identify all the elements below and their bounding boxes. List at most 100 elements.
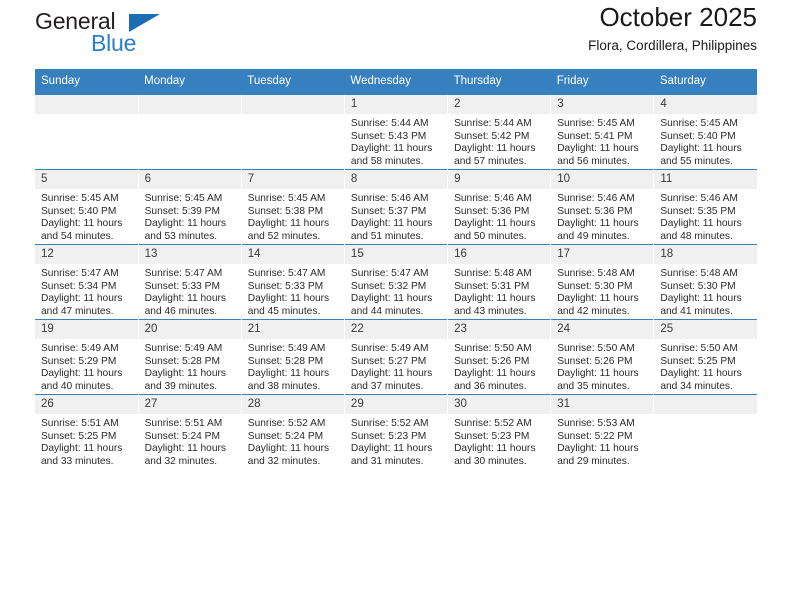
day-number: 20 [138, 320, 241, 339]
calendar-week-row: 19 Sunrise: 5:49 AM Sunset: 5:29 PM Dayligh… [35, 319, 757, 395]
detail-daylight-2-text: and 42 minutes. [557, 305, 630, 317]
day-number: 15 [344, 245, 448, 264]
weekday-header-sunday: Sunday [35, 69, 139, 95]
calendar-day-cell[interactable]: 3 Sunrise: 5:45 AM Sunset: 5:41 PM Daylight… [550, 94, 654, 170]
detail-daylight-1-text: Daylight: 11 hours [41, 443, 123, 455]
calendar-day-cell[interactable]: 19 Sunrise: 5:49 AM Sunset: 5:29 PM Dayligh… [35, 319, 139, 395]
calendar-day-cell[interactable]: 24 Sunrise: 5:50 AM Sunset: 5:26 PM Dayligh… [550, 319, 654, 395]
logo-blue-text: Blue [91, 30, 137, 56]
detail-daylight-2-text: and 51 minutes. [350, 230, 424, 242]
day-cell-inner: 2 Sunrise: 5:44 AM Sunset: 5:42 PM Daylight… [448, 95, 551, 169]
calendar-day-cell[interactable]: 1 Sunrise: 5:44 AM Sunset: 5:43 PM Daylight… [343, 94, 448, 170]
detail-daylight-2-text: and 47 minutes. [41, 305, 114, 317]
calendar-day-cell[interactable]: 13 Sunrise: 5:47 AM Sunset: 5:33 PM Dayligh… [137, 244, 242, 320]
calendar-day-cell[interactable]: 4 Sunrise: 5:45 AM Sunset: 5:40 PM Daylight… [653, 94, 757, 170]
detail-daylight-2-text: and 32 minutes. [247, 455, 321, 467]
detail-daylight-1-text: Daylight: 11 hours [660, 293, 742, 305]
detail-sunrise-text: Sunrise: 5:51 AM [144, 418, 223, 429]
calendar-day-cell[interactable]: 25 Sunrise: 5:50 AM Sunset: 5:25 PM Dayligh… [653, 319, 757, 395]
day-number: 21 [241, 320, 344, 339]
day-number: 17 [551, 245, 654, 264]
detail-daylight-2-text: and 31 minutes. [350, 455, 424, 467]
calendar-day-cell[interactable]: 29 Sunrise: 5:52 AM Sunset: 5:23 PM Dayligh… [343, 394, 448, 469]
calendar-day-cell[interactable]: 20 Sunrise: 5:49 AM Sunset: 5:28 PM Dayligh… [137, 319, 242, 395]
calendar-day-cell[interactable]: 8 Sunrise: 5:46 AM Sunset: 5:37 PM Daylight… [343, 169, 448, 245]
day-cell-inner: 30 Sunrise: 5:52 AM Sunset: 5:23 PM Dayligh… [448, 395, 551, 469]
day-number: 22 [344, 320, 448, 339]
day-cell-inner: 7 Sunrise: 5:45 AM Sunset: 5:38 PM Daylight… [241, 170, 344, 244]
day-number: 12 [35, 245, 138, 264]
detail-sunset-text: Sunset: 5:23 PM [454, 430, 530, 442]
calendar-day-cell[interactable]: 6 Sunrise: 5:45 AM Sunset: 5:39 PM Daylight… [137, 169, 242, 245]
detail-daylight-2-text: and 40 minutes. [41, 380, 114, 392]
day-cell-inner: 4 Sunrise: 5:45 AM Sunset: 5:40 PM Daylight… [654, 95, 757, 169]
calendar-day-cell[interactable]: 17 Sunrise: 5:48 AM Sunset: 5:30 PM Dayligh… [550, 244, 654, 320]
detail-sunset-text: Sunset: 5:29 PM [41, 355, 117, 367]
calendar-day-cell[interactable]: 7 Sunrise: 5:45 AM Sunset: 5:38 PM Daylight… [240, 169, 345, 245]
calendar-day-cell[interactable]: 22 Sunrise: 5:49 AM Sunset: 5:27 PM Dayligh… [343, 319, 448, 395]
detail-daylight-2-text: and 52 minutes. [247, 230, 321, 242]
detail-sunset-text: Sunset: 5:42 PM [454, 130, 530, 142]
detail-sunset-text: Sunset: 5:26 PM [557, 355, 633, 367]
calendar-day-cell[interactable]: 26 Sunrise: 5:51 AM Sunset: 5:25 PM Dayligh… [35, 394, 139, 469]
calendar-day-cell[interactable]: 27 Sunrise: 5:51 AM Sunset: 5:24 PM Dayligh… [137, 394, 242, 469]
day-details: Sunrise: 5:45 AM Sunset: 5:41 PM Daylight:… [551, 114, 653, 168]
calendar-day-cell[interactable]: 15 Sunrise: 5:47 AM Sunset: 5:32 PM Dayligh… [343, 244, 448, 320]
day-cell-inner: 6 Sunrise: 5:45 AM Sunset: 5:39 PM Daylight… [138, 170, 241, 244]
day-cell-inner [654, 395, 757, 469]
calendar-day-cell[interactable]: 5 Sunrise: 5:45 AM Sunset: 5:40 PM Daylight… [35, 169, 139, 245]
calendar-day-cell[interactable]: 10 Sunrise: 5:46 AM Sunset: 5:36 PM Dayligh… [550, 169, 654, 245]
detail-daylight-2-text: and 48 minutes. [660, 230, 733, 242]
calendar-day-cell[interactable]: 31 Sunrise: 5:53 AM Sunset: 5:22 PM Dayligh… [550, 394, 654, 469]
detail-daylight-2-text: and 50 minutes. [454, 230, 527, 242]
calendar-day-cell[interactable]: 14 Sunrise: 5:47 AM Sunset: 5:33 PM Dayligh… [240, 244, 345, 320]
day-number [241, 95, 344, 114]
detail-daylight-1-text: Daylight: 11 hours [350, 443, 433, 455]
day-number: 8 [344, 170, 448, 189]
detail-sunset-text: Sunset: 5:41 PM [557, 130, 633, 142]
detail-daylight-1-text: Daylight: 11 hours [454, 368, 536, 380]
detail-daylight-1-text: Daylight: 11 hours [350, 218, 433, 230]
day-number: 7 [241, 170, 344, 189]
calendar-day-cell[interactable]: 16 Sunrise: 5:48 AM Sunset: 5:31 PM Dayligh… [447, 244, 551, 320]
detail-sunrise-text: Sunrise: 5:52 AM [350, 418, 429, 429]
day-cell-inner: 22 Sunrise: 5:49 AM Sunset: 5:27 PM Dayligh… [344, 320, 448, 394]
calendar-day-cell[interactable]: 2 Sunrise: 5:44 AM Sunset: 5:42 PM Daylight… [447, 94, 551, 170]
calendar-day-cell[interactable]: 28 Sunrise: 5:52 AM Sunset: 5:24 PM Dayligh… [240, 394, 345, 469]
day-number: 13 [138, 245, 241, 264]
calendar-empty-cell [137, 94, 242, 170]
calendar-day-cell[interactable]: 21 Sunrise: 5:49 AM Sunset: 5:28 PM Dayligh… [240, 319, 345, 395]
calendar-day-cell[interactable]: 30 Sunrise: 5:52 AM Sunset: 5:23 PM Dayligh… [447, 394, 551, 469]
day-details: Sunrise: 5:48 AM Sunset: 5:30 PM Daylight:… [551, 264, 653, 318]
day-cell-inner: 26 Sunrise: 5:51 AM Sunset: 5:25 PM Dayligh… [35, 395, 138, 469]
detail-sunset-text: Sunset: 5:39 PM [144, 205, 220, 217]
day-details: Sunrise: 5:51 AM Sunset: 5:25 PM Daylight:… [35, 414, 138, 468]
day-cell-inner: 10 Sunrise: 5:46 AM Sunset: 5:36 PM Dayligh… [551, 170, 654, 244]
day-number: 18 [654, 245, 757, 264]
general-blue-logo[interactable]: General Blue [35, 8, 215, 62]
day-details: Sunrise: 5:52 AM Sunset: 5:23 PM Daylight:… [448, 414, 550, 468]
day-details: Sunrise: 5:50 AM Sunset: 5:26 PM Daylight:… [551, 339, 653, 393]
detail-sunset-text: Sunset: 5:34 PM [41, 280, 117, 292]
day-details: Sunrise: 5:49 AM Sunset: 5:27 PM Daylight:… [345, 339, 447, 393]
detail-daylight-1-text: Daylight: 11 hours [350, 293, 433, 305]
detail-daylight-1-text: Daylight: 11 hours [557, 143, 639, 155]
detail-sunset-text: Sunset: 5:36 PM [557, 205, 633, 217]
day-cell-inner: 15 Sunrise: 5:47 AM Sunset: 5:32 PM Dayligh… [344, 245, 448, 319]
calendar-day-cell[interactable]: 23 Sunrise: 5:50 AM Sunset: 5:26 PM Dayligh… [447, 319, 551, 395]
detail-sunrise-text: Sunrise: 5:50 AM [454, 343, 532, 354]
detail-daylight-2-text: and 38 minutes. [247, 380, 321, 392]
weekday-header-friday: Friday [550, 69, 654, 95]
calendar-day-cell[interactable]: 9 Sunrise: 5:46 AM Sunset: 5:36 PM Daylight… [447, 169, 551, 245]
calendar-day-cell[interactable]: 11 Sunrise: 5:46 AM Sunset: 5:35 PM Dayligh… [653, 169, 757, 245]
detail-sunrise-text: Sunrise: 5:48 AM [557, 268, 635, 279]
day-cell-inner: 27 Sunrise: 5:51 AM Sunset: 5:24 PM Dayligh… [138, 395, 241, 469]
day-cell-inner: 23 Sunrise: 5:50 AM Sunset: 5:26 PM Dayligh… [448, 320, 551, 394]
calendar-day-cell[interactable]: 18 Sunrise: 5:48 AM Sunset: 5:30 PM Dayligh… [653, 244, 757, 320]
detail-daylight-1-text: Daylight: 11 hours [454, 443, 536, 455]
day-details: Sunrise: 5:51 AM Sunset: 5:24 PM Daylight:… [139, 414, 241, 468]
day-number [138, 95, 241, 114]
day-details: Sunrise: 5:45 AM Sunset: 5:40 PM Daylight:… [35, 189, 138, 243]
day-cell-inner: 25 Sunrise: 5:50 AM Sunset: 5:25 PM Dayligh… [654, 320, 757, 394]
calendar-day-cell[interactable]: 12 Sunrise: 5:47 AM Sunset: 5:34 PM Dayligh… [35, 244, 139, 320]
